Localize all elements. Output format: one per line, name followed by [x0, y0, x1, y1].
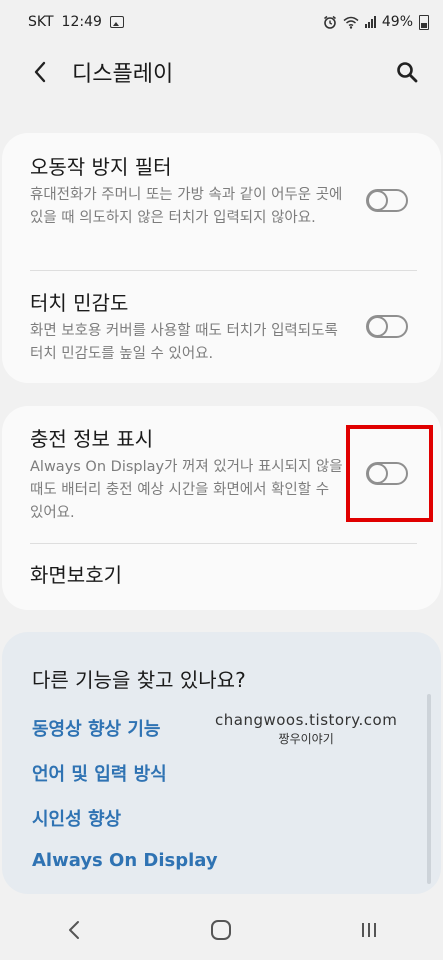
toggle-knob	[367, 190, 388, 211]
back-button[interactable]	[28, 60, 52, 84]
setting-description: 휴대전화가 주머니 또는 가방 속과 같이 어두운 곳에 있을 때 의도하지 않…	[30, 187, 343, 226]
setting-title: 오동작 방지 필터	[30, 155, 172, 179]
divider	[30, 543, 417, 544]
wifi-icon	[343, 16, 359, 29]
battery-percent: 49%	[381, 14, 413, 30]
home-icon	[211, 920, 232, 940]
link-video-enhancer[interactable]: 동영상 향상 기능	[32, 715, 160, 741]
toggle-knob	[367, 316, 388, 337]
alarm-icon	[323, 15, 336, 29]
scrollbar[interactable]	[427, 694, 431, 884]
signal-icon	[364, 16, 376, 28]
gallery-notification-icon	[109, 16, 124, 28]
nav-recents-button[interactable]	[339, 910, 399, 950]
setting-title: 화면보호기	[30, 563, 122, 587]
nav-home-button[interactable]	[191, 910, 251, 950]
accidental-touch-toggle[interactable]	[366, 189, 408, 212]
status-bar: SKT 12:49 49%	[0, 0, 443, 44]
setting-title: 터치 민감도	[30, 291, 129, 315]
suggestions-title: 다른 기능을 찾고 있나요?	[32, 668, 246, 692]
search-icon	[397, 62, 418, 83]
watermark-name: 짱우이야기	[278, 732, 334, 746]
nav-back-button[interactable]	[44, 910, 104, 950]
link-visibility-enhancements[interactable]: 시인성 향상	[32, 805, 121, 831]
page-title: 디스플레이	[72, 62, 174, 87]
setting-accidental-touch-protection[interactable]: 오동작 방지 필터 휴대전화가 주머니 또는 가방 속과 같이 어두운 곳에 있…	[30, 153, 413, 230]
watermark-url: changwoos.tistory.com	[215, 711, 398, 729]
watermark: changwoos.tistory.com 짱우이야기	[215, 711, 397, 747]
clock: 12:49	[61, 14, 102, 30]
recent-apps-icon	[362, 923, 377, 937]
search-button[interactable]	[393, 58, 421, 86]
highlight-annotation	[346, 425, 433, 522]
app-header: 디스플레이	[0, 44, 443, 100]
chevron-left-icon	[34, 61, 46, 83]
link-always-on-display[interactable]: Always On Display	[32, 850, 218, 871]
battery-icon	[419, 14, 429, 30]
divider	[30, 270, 417, 271]
setting-description: 화면 보호용 커버를 사용할 때도 터치가 입력되도록 터치 민감도를 높일 수…	[30, 323, 338, 362]
setting-touch-sensitivity[interactable]: 터치 민감도 화면 보호용 커버를 사용할 때도 터치가 입력되도록 터치 민감…	[30, 289, 413, 366]
setting-description: Always On Display가 꺼져 있거나 표시되지 않을 때도 배터리…	[30, 459, 343, 521]
navigation-bar	[0, 900, 443, 960]
carrier-label: SKT	[28, 14, 54, 30]
link-language-input[interactable]: 언어 및 입력 방식	[32, 760, 167, 786]
suggestions-card: 다른 기능을 찾고 있나요? changwoos.tistory.com 짱우이…	[2, 632, 441, 894]
status-left: SKT 12:49	[28, 14, 124, 30]
status-right: 49%	[323, 14, 429, 30]
touch-sensitivity-toggle[interactable]	[366, 315, 408, 338]
chevron-left-icon	[68, 921, 79, 939]
setting-screen-saver[interactable]: 화면보호기	[30, 561, 413, 589]
settings-card-1: 오동작 방지 필터 휴대전화가 주머니 또는 가방 속과 같이 어두운 곳에 있…	[2, 133, 441, 383]
